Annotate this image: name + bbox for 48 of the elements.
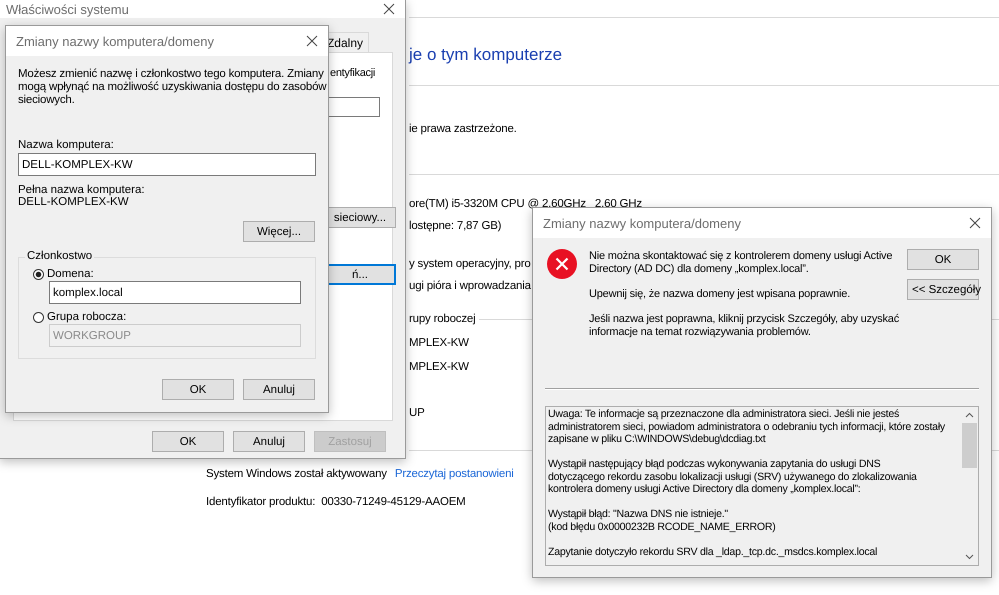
info-text: MPLEX-KW — [409, 360, 469, 375]
info-text: ie prawa zastrzeżone. — [409, 122, 517, 137]
scroll-thumb[interactable] — [962, 423, 977, 468]
field-label: Nazwa komputera: — [18, 139, 114, 151]
license-link[interactable]: Przeczytaj postanowieni — [394, 465, 514, 483]
window-title: Właściwości systemu — [6, 2, 129, 16]
dialog-title: Zmiany nazwy komputera/domeny — [543, 216, 741, 230]
group-title: Członkostwo — [25, 250, 94, 262]
error-message: Nie można skontaktować się z kontrolerem domeny usługi Active Directory (AD DC) dla domeny „komplex.local”. — [589, 250, 894, 276]
info-text: MPLEX-KW — [409, 336, 469, 351]
product-id-label: Identyfikator produktu: — [206, 495, 316, 510]
scroll-up-icon[interactable] — [965, 412, 974, 418]
error-message: Upewnij się, że nazwa domeny jest wpisana poprawnie. — [589, 288, 852, 301]
product-id-value: 00330-71249-45129-AAOEM — [321, 495, 466, 510]
error-message: Jeśli nazwa jest poprawna, kliknij przycisk Szczegóły, aby uzyskać informacje na temat rozwiązywania problemów. — [589, 313, 900, 339]
page-heading: je o tym komputerze — [409, 44, 562, 66]
details-text: Wystąpił błąd: "Nazwa DNS nie istnieje." (kod błędu 0x0000232B RCODE_NAME_ERROR) — [548, 508, 777, 533]
dialog-button[interactable]: Anuluj — [243, 379, 315, 400]
dialog-button[interactable]: Anuluj — [233, 431, 305, 452]
error-icon — [547, 249, 577, 279]
close-icon[interactable] — [383, 3, 395, 15]
computer-name-field[interactable]: DELL-KOMPLEX-KW — [18, 153, 316, 176]
dialog-title: Zmiany nazwy komputera/domeny — [16, 34, 214, 48]
close-icon[interactable] — [306, 35, 318, 47]
dialog-button[interactable]: OK — [907, 249, 979, 270]
radio-button[interactable] — [33, 268, 44, 280]
membership-field[interactable]: komplex.local — [49, 281, 301, 304]
label-text: entyfikacji — [330, 67, 375, 79]
info-text: y system operacyjny, pro — [409, 257, 531, 272]
dialog-button[interactable]: OK — [162, 379, 234, 400]
scroll-down-icon[interactable] — [965, 554, 974, 560]
info-text: UP — [409, 406, 425, 421]
activation-status: System Windows został aktywowany — [206, 467, 387, 482]
dialog-button[interactable]: << Szczegóły — [907, 279, 979, 300]
info-text: ugi pióra i wprowadzania — [409, 279, 531, 294]
close-icon[interactable] — [969, 217, 981, 229]
dialog-button[interactable]: OK — [152, 431, 224, 452]
description-text: Możesz zmienić nazwę i członkostwo tego komputera. Zmiany mogą wpłynąć na możliwość uzyskiwania dostępu do zasobów sieciowych. — [18, 68, 326, 107]
radio-label[interactable]: Domena: — [47, 268, 94, 280]
details-text: Uwaga: Te informacje są przeznaczone dla administratora sieci. Jeśli nie jesteś administratorem sieci, powiadom administratora o odebraniu tych informacji, które zostały zapisane w pliku C:\WINDOWS\debug\dcdiag.txt — [548, 408, 946, 446]
details-text: Zapytanie dotyczyło rekordu SRV dla _ldap._tcp.dc._msdcs.komplex.local — [548, 546, 878, 558]
field-label: Pełna nazwa komputera: — [18, 184, 145, 196]
details-box[interactable] — [545, 406, 979, 566]
info-text: lostępne: 7,87 GB) — [409, 219, 502, 234]
full-name-value: DELL-KOMPLEX-KW — [18, 196, 129, 208]
details-text: Wystąpił następujący błąd podczas wykonywania zapytania do usługi DNS dotyczącego rekordu zasobu lokalizacji usługi (SRV) używanego do zlokalizowania kontrolera domeny usługi Active Directory dla domeny „komplex.local”: — [548, 458, 918, 496]
section-label: rupy roboczej — [409, 312, 476, 327]
more-button[interactable]: Więcej... — [243, 221, 315, 242]
